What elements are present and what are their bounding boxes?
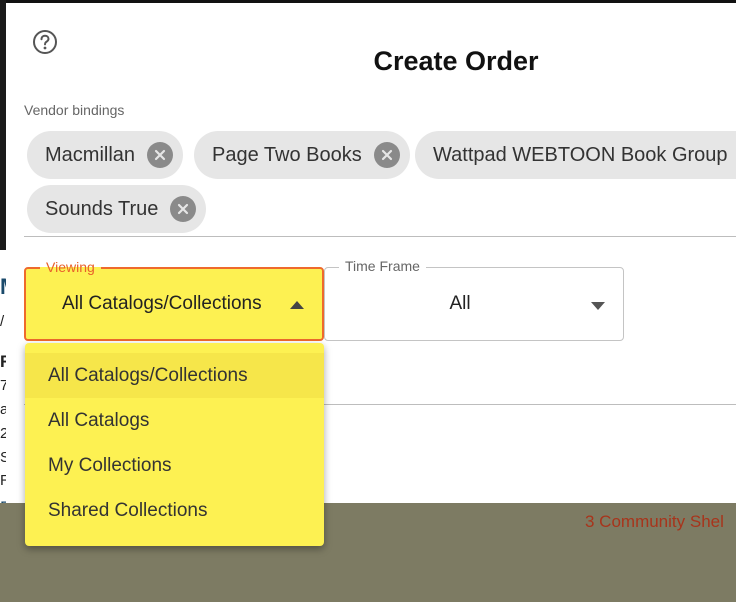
caret-up-icon — [290, 301, 304, 309]
vendor-chip-label: Page Two Books — [212, 143, 362, 166]
vendor-chip-sounds-true: Sounds True — [27, 185, 207, 233]
close-icon[interactable] — [170, 196, 197, 222]
vendor-chip-label: Sounds True — [45, 197, 159, 220]
dropdown-option-my-collections[interactable]: My Collections — [25, 443, 324, 488]
caret-down-icon — [591, 302, 605, 310]
modal-title: Create Order — [373, 46, 539, 76]
vendor-chip-label: Macmillan — [45, 143, 136, 166]
vendor-chip-label: Wattpad WEBTOON Book Group — [433, 143, 728, 166]
close-icon[interactable] — [373, 142, 400, 168]
dropdown-option-all-catalogs[interactable]: All Catalogs — [25, 398, 324, 443]
dropdown-option-all-catalogs-collections[interactable]: All Catalogs/Collections — [25, 353, 324, 398]
time-frame-value: All — [449, 293, 471, 314]
vendor-bindings-label: Vendor bindings — [24, 102, 125, 118]
viewing-select[interactable]: Viewing All Catalogs/Collections — [24, 259, 324, 341]
vendor-chip-macmillan: Macmillan — [27, 131, 184, 179]
background-text-fragment: / — [0, 313, 5, 330]
dropdown-option-shared-collections[interactable]: Shared Collections — [25, 488, 324, 533]
vendor-chip-wattpad-webtoon: Wattpad WEBTOON Book Group — [415, 131, 736, 179]
viewing-value: All Catalogs/Collections — [62, 293, 262, 314]
time-frame-select[interactable]: Time Frame All — [324, 258, 624, 341]
close-icon[interactable] — [147, 142, 174, 168]
viewing-dropdown-menu: All Catalogs/Collections All Catalogs My… — [25, 343, 324, 546]
divider — [24, 236, 736, 237]
community-shelves-link[interactable]: 3 Community Shel — [585, 512, 724, 532]
vendor-chip-page-two-books: Page Two Books — [194, 131, 410, 179]
